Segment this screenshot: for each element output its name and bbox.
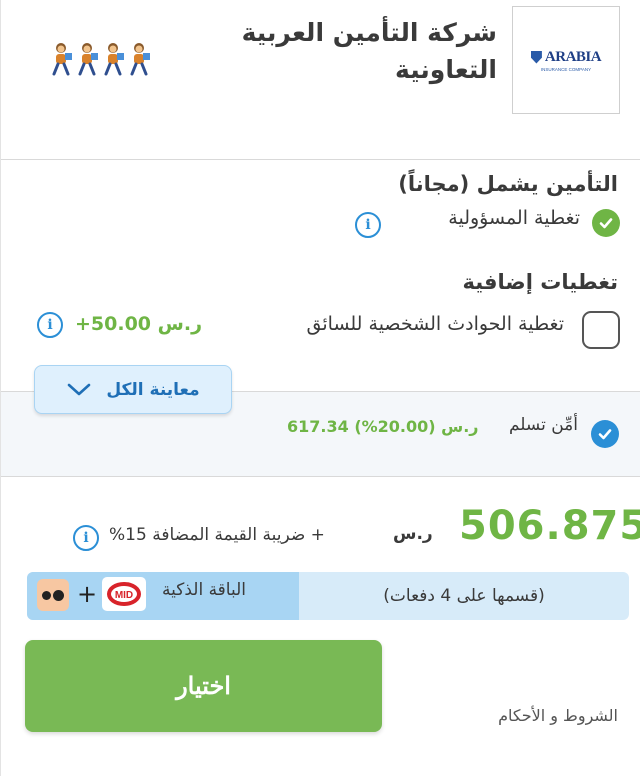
installments-bar[interactable]: (قسمها على 4 دفعات) الباقة الذكية MID + (27, 572, 629, 620)
liability-coverage-label: تغطية المسؤولية (448, 207, 580, 229)
info-icon[interactable]: i (37, 312, 63, 338)
currency-label: ر.س (393, 524, 433, 544)
smart-package-label: الباقة الذكية (162, 580, 247, 600)
chevron-down-icon (68, 383, 91, 395)
vat-label: + ضريبة القيمة المضافة 15% (109, 525, 325, 545)
total-price: 506.875 (459, 503, 640, 549)
check-icon (592, 209, 620, 237)
discount-check-icon[interactable] (591, 420, 619, 448)
terms-link[interactable]: الشروط و الأحكام (498, 706, 618, 725)
driver-accident-label: تغطية الحوادث الشخصية للسائق (306, 313, 564, 335)
rating-figures (49, 42, 151, 76)
divider (1, 159, 640, 160)
runner-icon (78, 43, 98, 76)
discount-label: أمِّن تسلم (508, 415, 578, 435)
runner-icon (52, 43, 72, 76)
plus-sign: + (77, 580, 98, 608)
mid-logo-text: MID (115, 590, 133, 601)
discount-value: 617.34 ر.س (20.00%) (287, 417, 479, 436)
driver-accident-price: +50.00 ر.س (75, 313, 203, 335)
company-name: شركة التأمين العربية التعاونية (241, 18, 497, 84)
info-icon[interactable]: i (73, 525, 99, 551)
included-title: التأمين يشمل (مجاناً) (398, 172, 618, 196)
logo-subtext: INSURANCE COMPANY (540, 66, 592, 72)
view-all-label: معاينة الكل (106, 379, 200, 400)
smart-package[interactable]: الباقة الذكية MID + (27, 572, 299, 620)
additional-title: تغطيات إضافية (462, 270, 618, 294)
mid-logo: MID (102, 577, 146, 611)
view-all-button[interactable]: معاينة الكل (34, 365, 232, 414)
installments-label: (قسمها على 4 دفعات) (383, 586, 545, 606)
tabby-logo (37, 579, 69, 611)
runner-icon (130, 43, 150, 76)
driver-accident-checkbox[interactable] (582, 311, 620, 349)
company-logo: ARABIA INSURANCE COMPANY (512, 6, 620, 114)
select-button[interactable]: اختيار (25, 640, 382, 732)
logo-text: ARABIA (544, 48, 602, 65)
info-icon[interactable]: i (355, 212, 381, 238)
runner-icon (104, 43, 124, 76)
shield-icon (530, 50, 542, 64)
insurance-offer-card: ARABIA INSURANCE COMPANY شركة التأمين ال… (0, 0, 640, 776)
